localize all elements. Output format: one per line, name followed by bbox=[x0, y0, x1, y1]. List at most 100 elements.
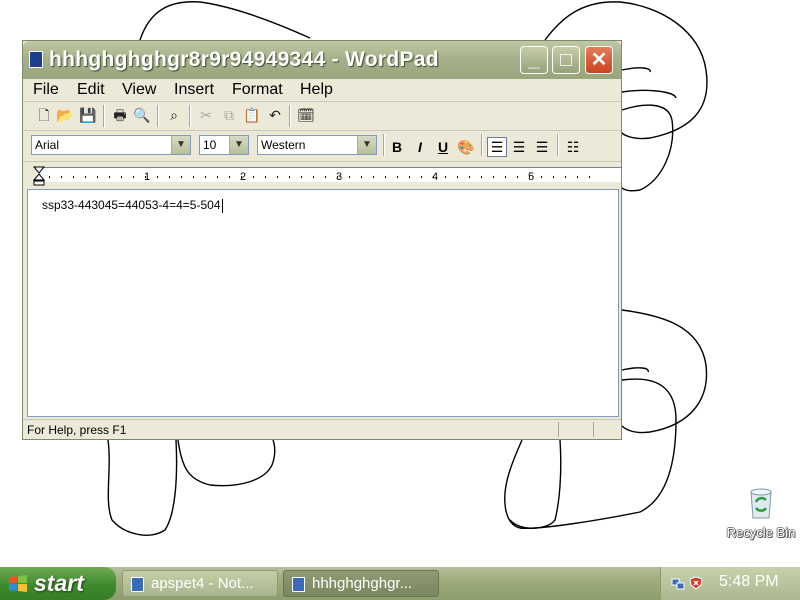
menu-format[interactable]: Format bbox=[232, 81, 283, 99]
ruler-tick bbox=[577, 176, 578, 178]
new-icon[interactable]: 🗋 bbox=[35, 106, 53, 124]
windows-logo-icon bbox=[9, 575, 27, 592]
wordpad-window: hhhghghghgr8r9r94949344 - WordPad _ □ ✕ … bbox=[22, 40, 622, 440]
document-text[interactable]: ssp33-443045=44053-4=4=5-504 bbox=[42, 198, 223, 213]
toolbar-separator bbox=[481, 134, 483, 156]
maximize-button[interactable]: □ bbox=[552, 46, 580, 74]
document-area[interactable]: ssp33-443045=44053-4=4=5-504 bbox=[27, 189, 619, 417]
ruler-tick bbox=[469, 176, 470, 178]
security-shield-icon[interactable] bbox=[689, 576, 703, 590]
taskbar-item-wordpad[interactable]: hhhghghghgr... bbox=[283, 570, 439, 597]
bold-button[interactable]: B bbox=[388, 138, 406, 156]
status-bar: For Help, press F1 bbox=[23, 419, 621, 440]
font-size-value: 10 bbox=[203, 138, 217, 152]
ruler-tick bbox=[253, 176, 254, 178]
ruler-tick bbox=[109, 176, 110, 178]
script-value: Western bbox=[261, 138, 306, 152]
ruler-tick bbox=[421, 176, 422, 178]
ruler-tick bbox=[205, 176, 206, 178]
font-name-combo[interactable]: Arial ▼ bbox=[31, 135, 191, 155]
paste-icon[interactable]: 📋 bbox=[243, 106, 261, 124]
ruler-tick bbox=[229, 176, 230, 178]
taskbar-item-label: apspet4 - Not... bbox=[151, 575, 254, 592]
script-combo[interactable]: Western ▼ bbox=[257, 135, 377, 155]
menu-edit[interactable]: Edit bbox=[77, 81, 105, 99]
ruler-tick bbox=[133, 176, 134, 178]
toolbar-separator bbox=[189, 105, 191, 127]
align-right-button[interactable]: ☰ bbox=[533, 138, 551, 156]
ruler-tick bbox=[157, 176, 158, 178]
ruler-tick bbox=[529, 176, 530, 178]
toolbar-separator bbox=[157, 105, 159, 127]
ruler-tick bbox=[493, 176, 494, 178]
indent-marker-icon[interactable] bbox=[33, 166, 45, 186]
toolbar-separator bbox=[103, 105, 105, 127]
ruler-tick bbox=[241, 176, 242, 178]
ruler-strip: 1 2 3 4 5 bbox=[37, 167, 621, 183]
toolbar-separator bbox=[557, 134, 559, 156]
ruler-tick bbox=[289, 176, 290, 178]
ruler-tick bbox=[301, 176, 302, 178]
ruler-tick bbox=[97, 176, 98, 178]
ruler-tick bbox=[181, 176, 182, 178]
network-icon[interactable] bbox=[671, 576, 685, 590]
cut-icon[interactable]: ✂ bbox=[197, 106, 215, 124]
chevron-down-icon[interactable]: ▼ bbox=[357, 136, 376, 154]
text-caret bbox=[221, 198, 223, 213]
ruler-tick bbox=[325, 176, 326, 178]
menu-help[interactable]: Help bbox=[300, 81, 333, 99]
underline-button[interactable]: U bbox=[434, 138, 452, 156]
color-button[interactable]: 🎨 bbox=[457, 138, 475, 156]
ruler-tick bbox=[445, 176, 446, 178]
print-preview-icon[interactable]: 🔍 bbox=[133, 106, 151, 124]
insert-date-time-icon[interactable]: 🗓 bbox=[297, 106, 315, 124]
toolbar-separator bbox=[383, 134, 385, 156]
open-icon[interactable]: 📂 bbox=[56, 106, 74, 124]
ruler-tick bbox=[517, 176, 518, 178]
chevron-down-icon[interactable]: ▼ bbox=[171, 136, 190, 154]
ruler-tick bbox=[313, 176, 314, 178]
font-size-combo[interactable]: 10 ▼ bbox=[199, 135, 249, 155]
ruler[interactable]: 1 2 3 4 5 bbox=[23, 162, 621, 188]
undo-icon[interactable]: ↶ bbox=[266, 106, 284, 124]
print-icon[interactable]: 🖶 bbox=[111, 106, 129, 124]
find-icon[interactable]: ⌕ bbox=[165, 106, 183, 124]
ruler-tick bbox=[397, 176, 398, 178]
minimize-button[interactable]: _ bbox=[520, 46, 548, 74]
ruler-tick bbox=[553, 176, 554, 178]
ruler-tick bbox=[217, 176, 218, 178]
align-center-button[interactable]: ☰ bbox=[510, 138, 528, 156]
start-label: start bbox=[34, 570, 84, 596]
menu-view[interactable]: View bbox=[122, 81, 156, 99]
bullets-button[interactable]: ☷ bbox=[564, 138, 582, 156]
taskbar-item-notepad[interactable]: apspet4 - Not... bbox=[122, 570, 278, 597]
align-left-button[interactable]: ☰ bbox=[487, 137, 507, 157]
taskbar-item-label: hhhghghghgr... bbox=[312, 575, 413, 592]
ruler-tick bbox=[193, 176, 194, 178]
wordpad-app-icon[interactable] bbox=[29, 51, 43, 68]
close-button[interactable]: ✕ bbox=[585, 46, 613, 74]
ruler-tick bbox=[73, 176, 74, 178]
ruler-tick bbox=[565, 176, 566, 178]
window-title: hhhghghghgr8r9r94949344 - WordPad bbox=[49, 48, 439, 71]
clock[interactable]: 5:48 PM bbox=[719, 573, 779, 591]
ruler-tick bbox=[121, 176, 122, 178]
ruler-tick bbox=[349, 176, 350, 178]
title-bar[interactable]: hhhghghghgr8r9r94949344 - WordPad _ □ ✕ bbox=[23, 41, 621, 79]
taskbar: start apspet4 - Not... hhhghghghgr... 5:… bbox=[0, 567, 800, 600]
copy-icon[interactable]: ⧉ bbox=[220, 106, 238, 124]
start-button[interactable]: start bbox=[0, 567, 116, 600]
menu-file[interactable]: File bbox=[33, 81, 59, 99]
recycle-bin[interactable]: Recycle Bin bbox=[726, 486, 796, 540]
save-icon[interactable]: 💾 bbox=[79, 106, 97, 124]
ruler-tick bbox=[61, 176, 62, 178]
ruler-tick bbox=[457, 176, 458, 178]
recycle-bin-label: Recycle Bin bbox=[726, 525, 796, 540]
standard-toolbar: 🗋 📂 💾 🖶 🔍 ⌕ ✂ ⧉ 📋 ↶ 🗓 bbox=[23, 102, 621, 131]
chevron-down-icon[interactable]: ▼ bbox=[229, 136, 248, 154]
wordpad-icon bbox=[292, 577, 305, 592]
menu-insert[interactable]: Insert bbox=[174, 81, 214, 99]
ruler-tick bbox=[361, 176, 362, 178]
italic-button[interactable]: I bbox=[411, 138, 429, 156]
ruler-tick bbox=[385, 176, 386, 178]
